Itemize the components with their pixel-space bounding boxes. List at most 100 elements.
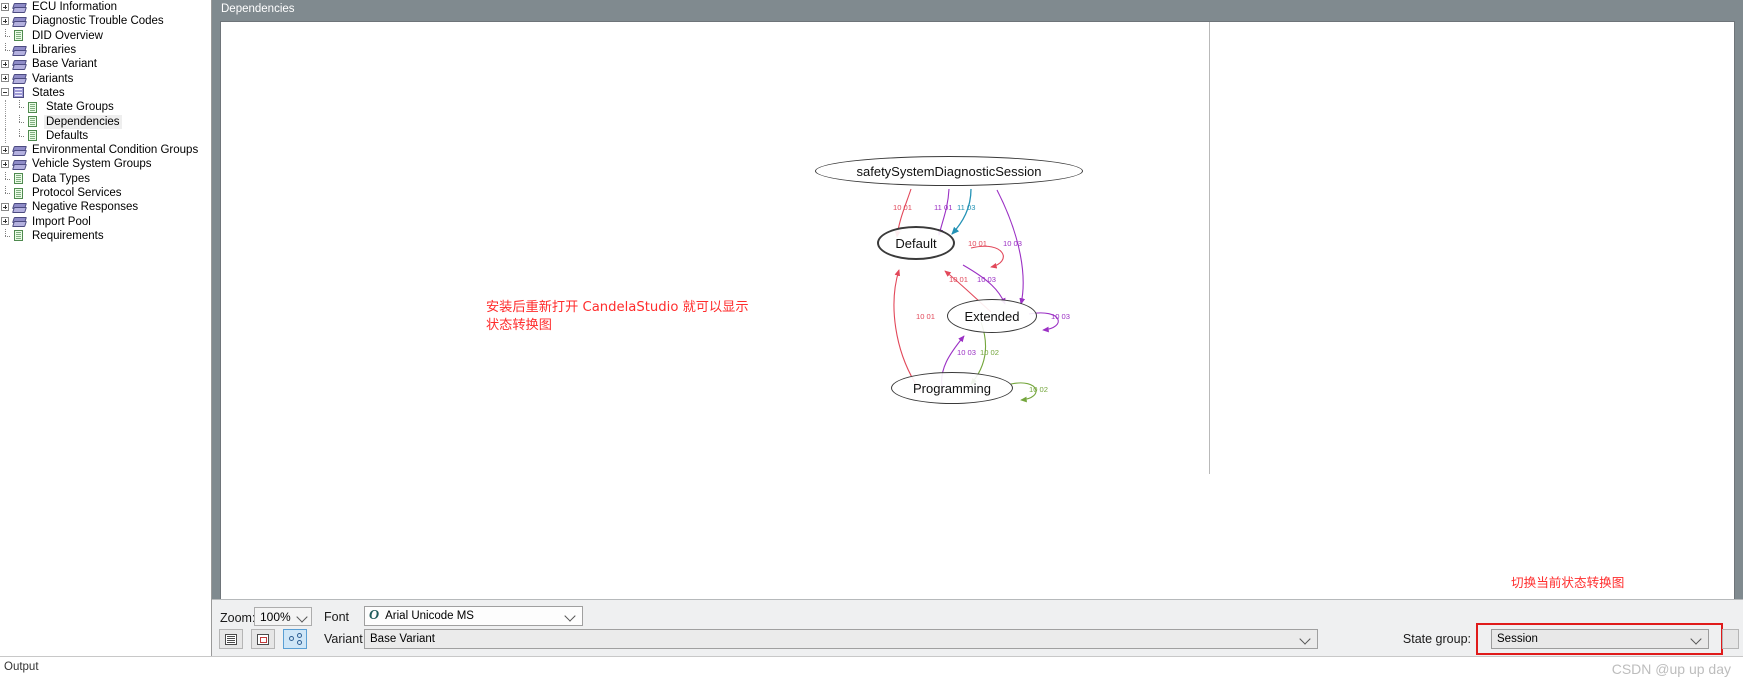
list-icon — [225, 633, 237, 645]
books-icon — [12, 215, 26, 228]
font-glyph-icon: O — [369, 608, 380, 623]
state-group-label: State group: — [1402, 632, 1471, 646]
sidebar-item-label: Protocol Services — [32, 187, 122, 199]
sidebar-item-label: Base Variant — [32, 58, 97, 71]
font-label: Font — [324, 610, 350, 624]
expand-icon[interactable] — [0, 202, 11, 213]
zoom-value: 100% — [260, 609, 291, 624]
sidebar-item-label: Dependencies — [44, 114, 122, 129]
doc-icon — [26, 115, 40, 128]
doc-icon — [26, 101, 40, 114]
sidebar-item-label: Libraries — [32, 44, 77, 57]
books-icon — [12, 72, 26, 85]
diagram-node-extended[interactable]: Extended — [947, 299, 1037, 333]
chevron-down-icon — [1690, 633, 1702, 645]
state-group-select[interactable]: Session — [1491, 629, 1709, 649]
sidebar-item-environmental-condition-groups[interactable]: Environmental Condition Groups — [0, 143, 211, 157]
sidebar-item-vehicle-system-groups[interactable]: Vehicle System Groups — [0, 157, 211, 171]
books-icon — [12, 44, 26, 57]
diagram-edge-label: 10 01 — [893, 203, 913, 212]
variant-select[interactable]: Base Variant — [364, 629, 1318, 649]
annotation-state-group-note: 切换当前状态转换图 — [1511, 575, 1625, 590]
list-view-button[interactable] — [219, 629, 243, 649]
sidebar-item-label: Requirements — [32, 229, 104, 242]
diagram-edge-label: 10 03 — [957, 348, 977, 357]
expand-icon[interactable] — [0, 73, 11, 84]
zoom-label: Zoom: — [220, 611, 256, 625]
sidebar-item-base-variant[interactable]: Base Variant — [0, 57, 211, 71]
tree-indent — [0, 100, 14, 115]
diagram-node-default[interactable]: Default — [877, 226, 955, 260]
sidebar-item-import-pool[interactable]: Import Pool — [0, 214, 211, 228]
diagram-node-label: safetySystemDiagnosticSession — [856, 163, 1042, 179]
sidebar-item-negative-responses[interactable]: Negative Responses — [0, 200, 211, 214]
sidebar-item-label: Diagnostic Trouble Codes — [32, 15, 164, 28]
tree-hook — [0, 43, 11, 57]
collapse-icon[interactable] — [0, 87, 11, 98]
sidebar-item-data-types[interactable]: Data Types — [0, 171, 211, 186]
expand-icon[interactable] — [0, 2, 11, 13]
edit-view-button[interactable] — [251, 629, 275, 649]
sidebar-item-libraries[interactable]: Libraries — [0, 43, 211, 57]
variant-value: Base Variant — [370, 633, 435, 645]
graph-view-button[interactable] — [283, 629, 307, 649]
sidebar-item-states[interactable]: States — [0, 86, 211, 100]
sidebar-item-label: Negative Responses — [32, 201, 139, 214]
tree-hook — [0, 186, 11, 200]
sidebar-item-label: States — [32, 86, 65, 99]
diagram-edge-label: 10 01 — [949, 275, 969, 284]
navigation-tree-panel[interactable]: ECU Information Diagnostic Trouble Codes D… — [0, 0, 212, 679]
variant-label: Variant — [324, 632, 363, 646]
tree-hook — [0, 171, 11, 186]
doc-icon — [12, 172, 26, 185]
sidebar-item-label: Defaults — [46, 129, 89, 142]
diagram-edge-label: 10 03 — [977, 275, 997, 284]
sidebar-item-ecu-information[interactable]: ECU Information — [0, 0, 211, 14]
output-panel-label[interactable]: Output — [4, 661, 39, 673]
tree-hook — [14, 114, 25, 129]
zoom-select[interactable]: 100% — [254, 607, 312, 626]
tree-hook — [14, 128, 25, 143]
diagram-node-programming[interactable]: Programming — [891, 372, 1013, 404]
sidebar-item-dependencies[interactable]: Dependencies — [0, 114, 211, 129]
toolbar-overflow-button[interactable] — [1722, 629, 1739, 649]
tab-dependencies[interactable]: Dependencies — [221, 3, 295, 15]
font-select[interactable]: O Arial Unicode MS — [364, 606, 583, 626]
diagram-node-label: Extended — [964, 308, 1020, 324]
sidebar-item-state-groups[interactable]: State Groups — [0, 100, 211, 115]
sidebar-item-label: Environmental Condition Groups — [32, 144, 199, 157]
diagram-toolbar: Zoom: 100% Font O Arial Unicode MS Varia… — [212, 599, 1743, 657]
edit-icon — [257, 633, 269, 645]
expand-icon[interactable] — [0, 145, 11, 156]
sidebar-item-requirements[interactable]: Requirements — [0, 228, 211, 243]
chevron-down-icon — [296, 611, 308, 623]
diagram-edge-label: 10 03 — [1003, 239, 1023, 248]
doc-icon — [12, 187, 26, 200]
sidebar-item-variants[interactable]: Variants — [0, 71, 211, 85]
diagram-canvas[interactable]: safetySystemDiagnosticSession Default Exte… — [220, 21, 1735, 600]
tree-hook — [0, 28, 11, 43]
states-icon — [12, 86, 26, 99]
diagram-edge-label: 11 01 — [934, 203, 953, 212]
sidebar-item-diagnostic-trouble-codes[interactable]: Diagnostic Trouble Codes — [0, 14, 211, 28]
diagram-edge-label: 10 02 — [980, 348, 1000, 357]
sidebar-item-label: ECU Information — [32, 1, 118, 14]
expand-icon[interactable] — [0, 159, 11, 170]
font-value: Arial Unicode MS — [385, 610, 474, 622]
doc-icon — [12, 29, 26, 42]
expand-icon[interactable] — [0, 216, 11, 227]
sidebar-item-protocol-services[interactable]: Protocol Services — [0, 186, 211, 200]
books-icon — [12, 201, 26, 214]
tree-indent — [0, 128, 14, 143]
books-icon — [12, 15, 26, 28]
sidebar-item-defaults[interactable]: Defaults — [0, 128, 211, 143]
diagram-node-session[interactable]: safetySystemDiagnosticSession — [815, 156, 1083, 186]
main-editor-area: Dependencies safetySystemDiagnosticSessi… — [212, 0, 1743, 679]
tree-hook — [0, 228, 11, 243]
sidebar-item-did-overview[interactable]: DID Overview — [0, 28, 211, 43]
diagram-edge-label: 11 03 — [957, 203, 976, 212]
tree-hook — [14, 100, 25, 114]
expand-icon[interactable] — [0, 59, 11, 70]
expand-icon[interactable] — [0, 16, 11, 27]
books-icon — [12, 158, 26, 171]
